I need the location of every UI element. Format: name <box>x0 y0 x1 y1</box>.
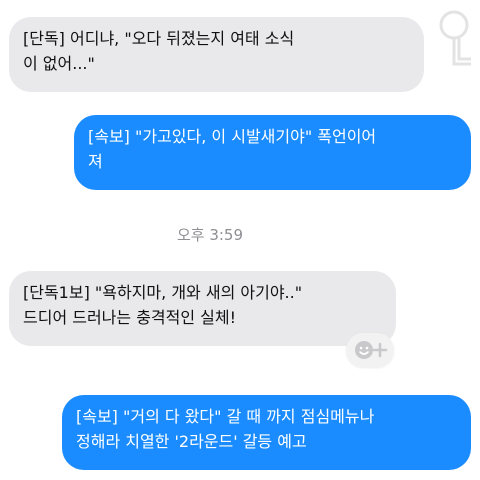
add-reaction-button[interactable] <box>346 333 394 367</box>
outgoing-message-bubble[interactable]: [속보] "가고있다, 이 시발새기야" 폭언이어 져 <box>74 115 471 190</box>
incoming-message-bubble[interactable]: [단독] 어디냐, "오다 뒤졌는지 여태 소식 이 없어..." <box>9 17 424 92</box>
outgoing-message-bubble[interactable]: [속보] "거의 다 왔다" 갈 때 까지 점심메뉴나 정해라 치열한 '2라운… <box>62 395 471 470</box>
incoming-message-bubble[interactable]: [단독1보] "욕하지마, 개와 새의 아기야.." 드디어 드러나는 충격적인… <box>9 271 396 346</box>
message-timestamp: 오후 3:59 <box>176 226 244 244</box>
smiley-add-icon <box>355 341 388 359</box>
watermark-logo <box>437 6 477 70</box>
